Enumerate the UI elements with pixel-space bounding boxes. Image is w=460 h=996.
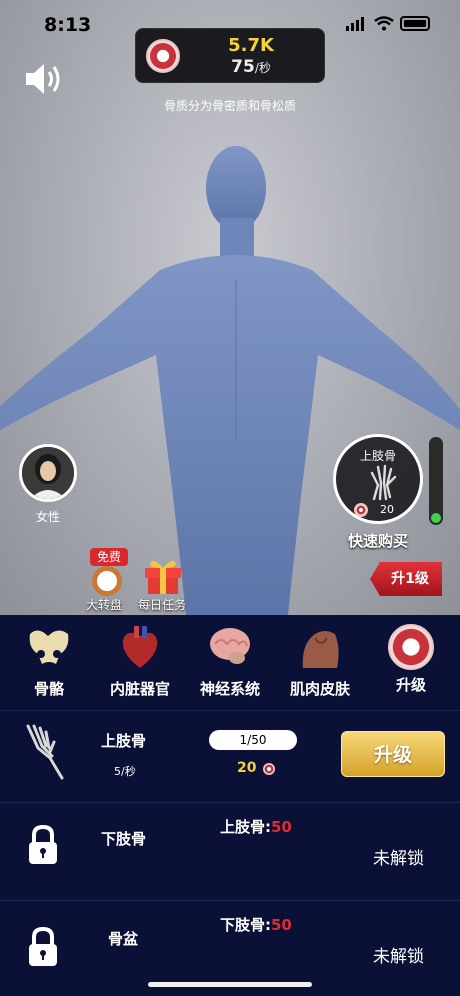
lock-icon [29, 926, 57, 966]
daily-task-label[interactable]: 每日任务 [138, 596, 186, 613]
tab-upgrade[interactable]: 升级 [371, 618, 451, 695]
score-amount: 5.7K [228, 35, 274, 56]
brain-icon [210, 628, 250, 664]
free-badge: 免费 [90, 548, 128, 566]
tab-nervous[interactable]: 神经系统 [190, 618, 270, 699]
wheel-label[interactable]: 大转盘 [86, 596, 122, 613]
tab-label: 骨骼 [33, 680, 64, 698]
bone-coin-shape [388, 624, 434, 670]
tab-label: 升级 [395, 676, 426, 694]
requirement-value: 50 [271, 916, 292, 934]
item-name: 骨盆 [108, 930, 139, 948]
level-up-ribbon[interactable]: 升1级 [370, 562, 442, 596]
signal-icon [346, 16, 364, 31]
unlock-requirement: 上肢骨:50 [220, 816, 292, 837]
muscle-icon [302, 631, 339, 668]
item-progress: 1/50 [209, 730, 297, 750]
row-divider [0, 710, 460, 711]
hand-bone-icon [370, 464, 397, 501]
score-rate-unit: /秒 [254, 61, 271, 75]
item-name: 上肢骨 [101, 732, 147, 750]
tab-organs[interactable]: 内脏器官 [100, 618, 180, 699]
unlock-requirement: 下肢骨:50 [220, 914, 292, 935]
item-name: 下肢骨 [101, 830, 147, 848]
battery-icon [400, 16, 430, 31]
hand-bone-icon [26, 724, 64, 780]
status-icons [346, 16, 430, 31]
wheel-icon[interactable] [92, 566, 122, 596]
bone-coin-icon [146, 39, 180, 73]
tab-skeleton[interactable]: 骨骼 [9, 618, 89, 699]
quick-buy-title: 上肢骨 [359, 449, 396, 463]
bone-coin-icon [388, 624, 434, 670]
tab-muscle[interactable]: 肌肉皮肤 [280, 618, 360, 699]
requirement-label: 上肢骨: [220, 818, 271, 836]
locked-status: 未解锁 [373, 849, 424, 869]
sound-icon[interactable] [24, 62, 64, 96]
upgrade-button[interactable]: 升级 [341, 731, 445, 777]
gender-label: 女性 [35, 510, 60, 524]
tab-label: 内脏器官 [109, 680, 170, 698]
tab-label: 神经系统 [199, 680, 260, 698]
quick-buy-label: 快速购买 [347, 532, 408, 550]
row-divider [0, 802, 460, 803]
requirement-value: 50 [271, 818, 292, 836]
gender-avatar[interactable] [19, 444, 77, 502]
level-bar-fill [431, 513, 441, 523]
score-panel: 5.7K 75/秒 [135, 28, 325, 83]
pelvis-icon [29, 630, 69, 664]
home-indicator[interactable] [148, 982, 312, 987]
lock-icon [29, 824, 57, 864]
quick-buy-button[interactable]: 上肢骨 20 [333, 434, 423, 524]
quick-buy-cost: 20 [380, 503, 394, 516]
female-avatar-icon [22, 447, 74, 499]
bone-coin-icon [354, 503, 368, 517]
item-cost: 20 [237, 760, 257, 776]
locked-status: 未解锁 [373, 947, 424, 967]
tip-text: 骨质分为骨密质和骨松质 [163, 99, 296, 113]
score-rate: 75/秒 [216, 57, 286, 77]
requirement-label: 下肢骨: [220, 916, 271, 934]
quick-buy-level-bar [429, 437, 443, 525]
score-rate-value: 75 [231, 57, 255, 77]
gift-icon[interactable] [142, 556, 184, 594]
heart-icon [122, 626, 158, 668]
tab-label: 肌肉皮肤 [289, 680, 350, 698]
row-divider [0, 900, 460, 901]
item-rate: 5/秒 [114, 765, 136, 778]
status-time: 8:13 [44, 14, 92, 36]
wifi-icon [374, 16, 394, 31]
bone-coin-icon [263, 763, 275, 775]
